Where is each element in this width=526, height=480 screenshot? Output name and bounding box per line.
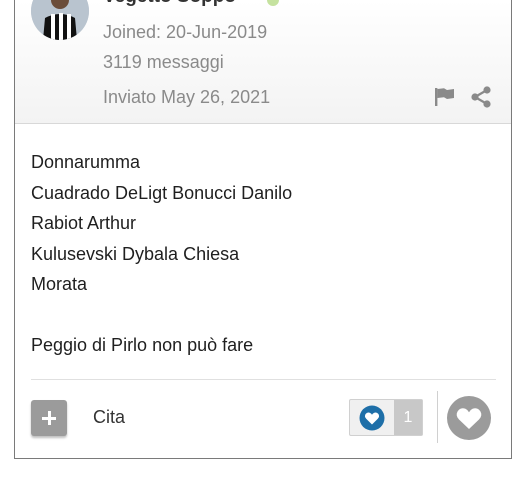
heart-reaction-graphic — [359, 405, 385, 430]
share-icon[interactable] — [470, 86, 492, 108]
heart-icon — [456, 408, 482, 429]
flag-icon[interactable] — [434, 87, 456, 107]
like-button[interactable] — [447, 396, 491, 440]
joined-date: Joined: 20-Jun-2019 — [103, 22, 268, 42]
posted-date[interactable]: Inviato May 26, 2021 — [103, 87, 270, 108]
post-content-line: Rabiot Arthur — [31, 213, 137, 233]
quote-button[interactable]: Cita — [93, 407, 125, 428]
post-content: Donnarumma Cuadrado DeLigt Bonucci Danil… — [31, 147, 491, 361]
post-content-line: Kulusevski Dybala Chiesa — [31, 243, 240, 264]
forum-post: Vegetto Soppo Joined: 20-Jun-2019 3119 m… — [14, 0, 512, 459]
footer-divider — [31, 379, 496, 380]
post-content-line: Donnarumma — [31, 152, 141, 172]
online-status-indicator — [267, 0, 279, 6]
post-content-blank-line — [31, 300, 491, 331]
message-count: 3119 messaggi — [103, 52, 224, 72]
heart-reaction-icon[interactable] — [350, 400, 394, 435]
reaction-counter[interactable]: 1 — [349, 399, 423, 436]
post-content-line: Cuadrado DeLigt Bonucci Danilo — [31, 182, 293, 203]
user-avatar[interactable] — [31, 0, 89, 40]
post-header: Vegetto Soppo Joined: 20-Jun-2019 3119 m… — [15, 0, 511, 124]
post-content-line: Morata — [31, 274, 88, 294]
plus-icon[interactable] — [31, 400, 67, 436]
post-content-line: Peggio di Pirlo non può fare — [31, 335, 254, 355]
avatar-image — [31, 0, 89, 40]
action-separator — [437, 391, 438, 443]
reaction-count: 1 — [393, 400, 422, 435]
username[interactable]: Vegetto Soppo — [103, 0, 236, 8]
